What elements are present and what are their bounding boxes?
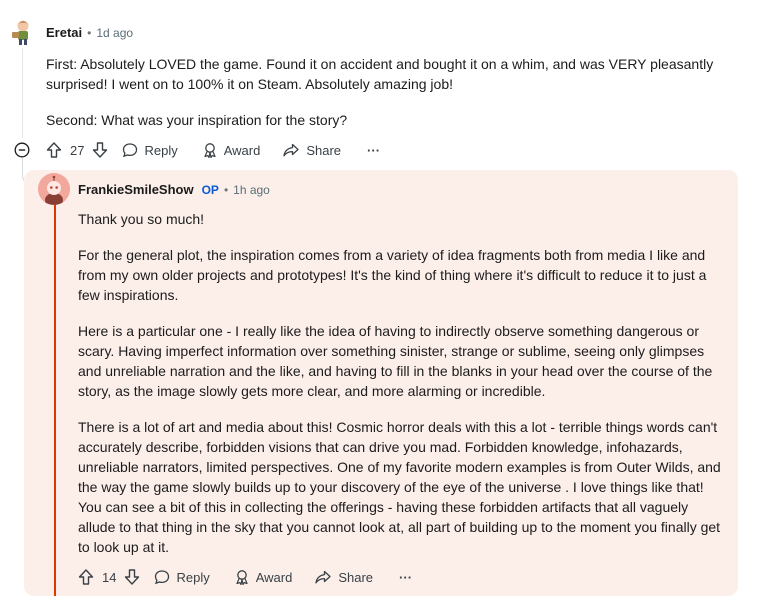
comment-paragraph: Second: What was your inspiration for th… xyxy=(46,112,348,128)
separator-dot: • xyxy=(87,25,92,40)
reply-button[interactable]: Reply xyxy=(154,569,210,585)
share-icon xyxy=(314,569,332,585)
upvote-icon[interactable] xyxy=(46,141,62,159)
comment-author[interactable]: FrankieSmileShow xyxy=(78,182,194,197)
comment-paragraph: Here is a particular one - I really like… xyxy=(78,323,713,399)
share-button[interactable]: Share xyxy=(282,142,341,158)
comment-action-bar: 27 Reply Award Share ··· xyxy=(46,141,380,159)
thread-line xyxy=(22,48,23,138)
award-label: Award xyxy=(255,569,293,585)
more-options-icon[interactable]: ··· xyxy=(367,143,380,158)
comment-timestamp[interactable]: 1d ago xyxy=(96,26,133,40)
reply-label: Reply xyxy=(176,569,210,585)
award-icon xyxy=(234,569,250,585)
op-badge: OP xyxy=(201,182,219,197)
comment-timestamp[interactable]: 1h ago xyxy=(233,183,270,197)
comment-paragraph: There is a lot of art and media about th… xyxy=(78,419,721,555)
comment-body: Thank you so much! For the general plot,… xyxy=(78,209,726,557)
award-icon xyxy=(202,142,218,158)
reply-label: Reply xyxy=(144,142,178,158)
award-label: Award xyxy=(223,142,261,158)
award-button[interactable]: Award xyxy=(234,569,293,585)
comment-paragraph: First: Absolutely LOVED the game. Found … xyxy=(46,56,714,92)
comment-bubble-icon xyxy=(122,142,138,158)
comment-paragraph: Thank you so much! xyxy=(78,211,205,227)
share-label: Share xyxy=(306,142,342,158)
comment-bubble-icon xyxy=(154,569,170,585)
downvote-icon[interactable] xyxy=(92,141,108,159)
reply-button[interactable]: Reply xyxy=(122,142,178,158)
comment-action-bar: 14 Reply Award Share ··· xyxy=(78,568,412,586)
comment-paragraph: For the general plot, the inspiration co… xyxy=(78,247,707,303)
share-icon xyxy=(282,142,300,158)
vote-count: 14 xyxy=(102,569,117,585)
collapse-thread-icon[interactable] xyxy=(14,142,30,158)
comment-author[interactable]: Eretai xyxy=(46,25,82,40)
share-label: Share xyxy=(338,569,374,585)
thread-accent-line xyxy=(54,204,56,596)
avatar[interactable] xyxy=(38,173,70,205)
comment-body: First: Absolutely LOVED the game. Found … xyxy=(46,54,726,130)
award-button[interactable]: Award xyxy=(202,142,261,158)
upvote-icon[interactable] xyxy=(78,568,94,586)
vote-count: 27 xyxy=(70,142,85,158)
more-options-icon[interactable]: ··· xyxy=(399,570,412,585)
share-button[interactable]: Share xyxy=(314,569,373,585)
downvote-icon[interactable] xyxy=(124,568,140,586)
separator-dot: • xyxy=(223,182,229,197)
avatar[interactable] xyxy=(8,18,36,46)
